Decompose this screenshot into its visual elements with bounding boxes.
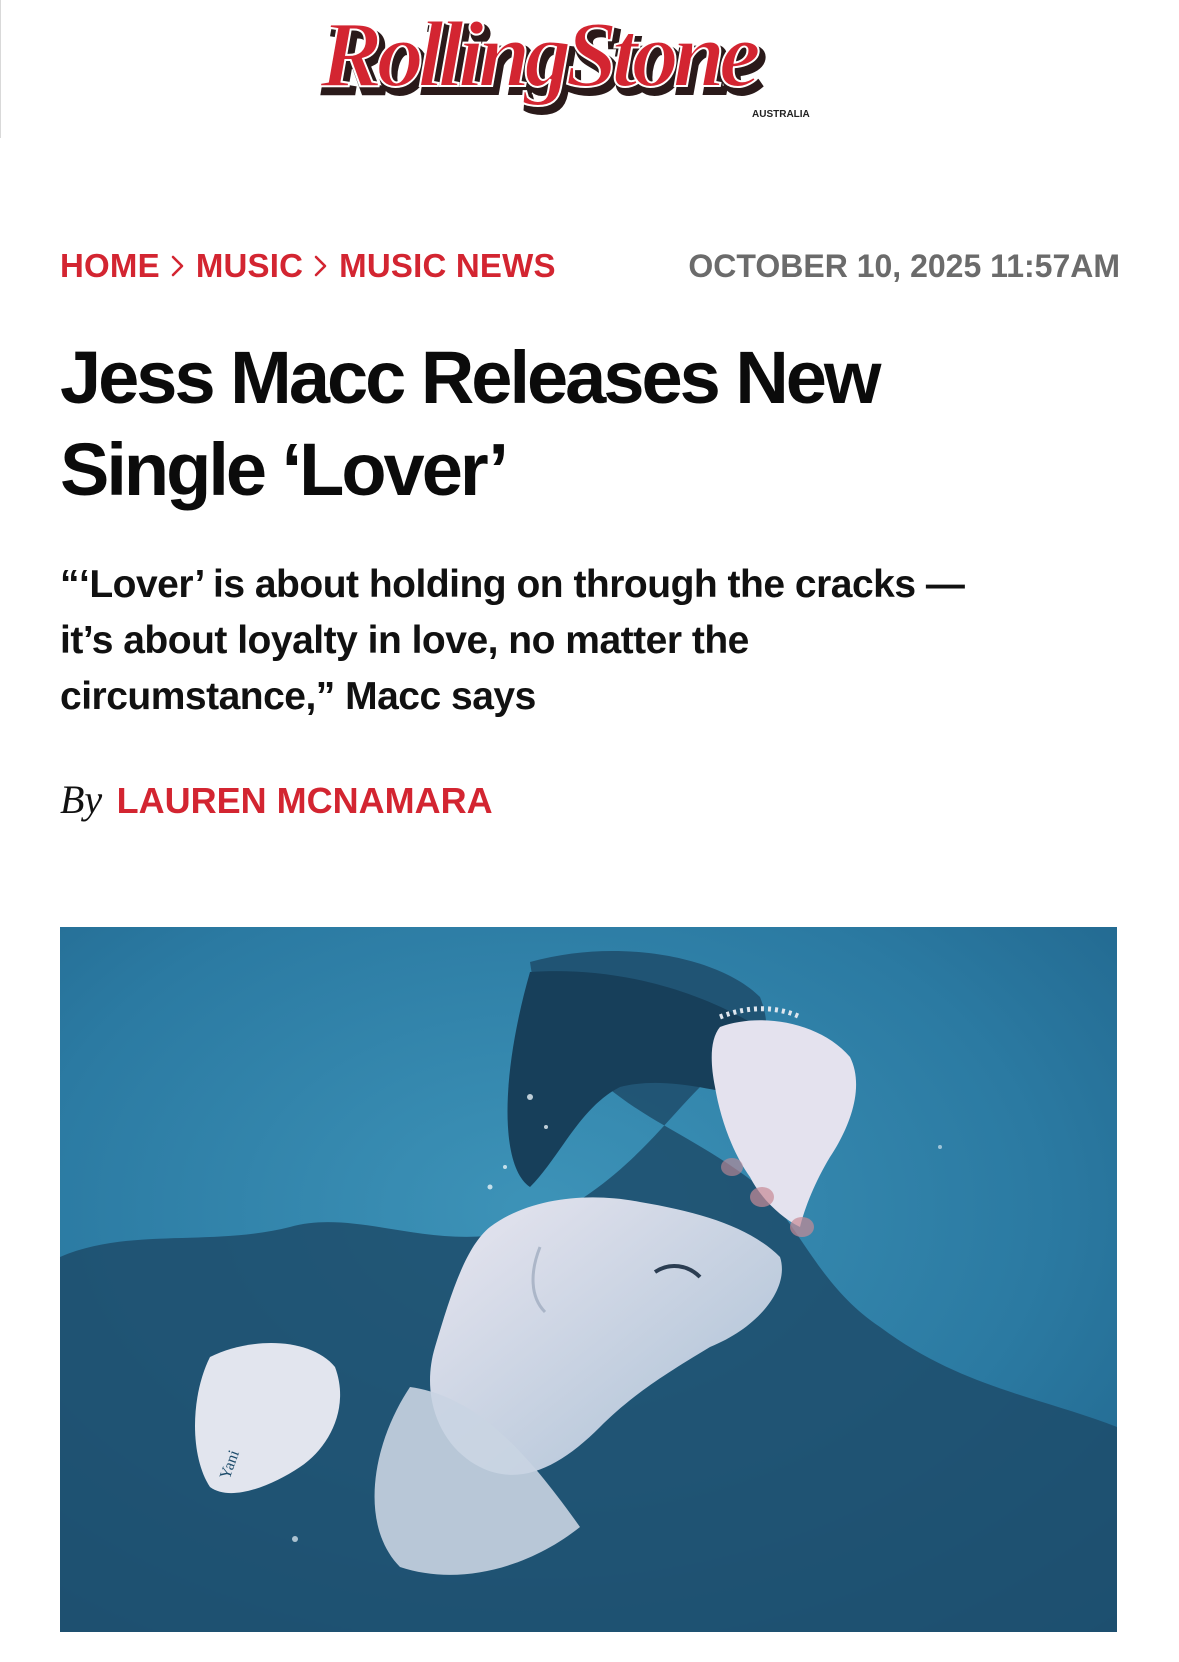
dek-line-2: it’s about loyalty in love, no matter th… [60, 619, 749, 662]
breadcrumb-music[interactable]: MUSIC [196, 246, 303, 286]
headline-line-1: Jess Macc Releases New [60, 336, 881, 419]
article-dek: “‘Lover’ is about holding on through the… [60, 557, 1090, 725]
dek-line-3: circumstance,” Macc says [60, 675, 536, 718]
chevron-right-icon [171, 255, 184, 277]
dek-line-1: “‘Lover’ is about holding on through the… [60, 563, 965, 606]
edition-label: AUSTRALIA [752, 109, 810, 120]
breadcrumb-music-news[interactable]: MUSIC NEWS [339, 246, 556, 286]
author-link[interactable]: LAUREN MCNAMARA [117, 780, 493, 821]
masthead: RollingStone RollingStone AUSTRALIA [0, 0, 1179, 138]
publish-date: OCTOBER 10, 2025 11:57AM [688, 248, 1120, 284]
byline-by-label: By [60, 777, 103, 822]
logo-wordmark: RollingStone [319, 10, 759, 107]
chevron-right-icon [314, 255, 327, 277]
hero-photo: Yani [60, 927, 1117, 1632]
article-headline: Jess Macc Releases New Single ‘Lover’ [60, 332, 1120, 516]
byline: By LAUREN MCNAMARA [60, 776, 493, 833]
article-meta-row: HOME MUSIC MUSIC NEWS OCTOBER 10, 2025 1… [60, 246, 1120, 286]
rolling-stone-logo-mark: RollingStone RollingStone AUSTRALIA [318, 10, 810, 120]
headline-line-2: Single ‘Lover’ [60, 428, 509, 511]
hero-image[interactable]: Yani [60, 927, 1117, 1632]
breadcrumb-home[interactable]: HOME [60, 246, 160, 286]
breadcrumb: HOME MUSIC MUSIC NEWS [60, 246, 556, 286]
